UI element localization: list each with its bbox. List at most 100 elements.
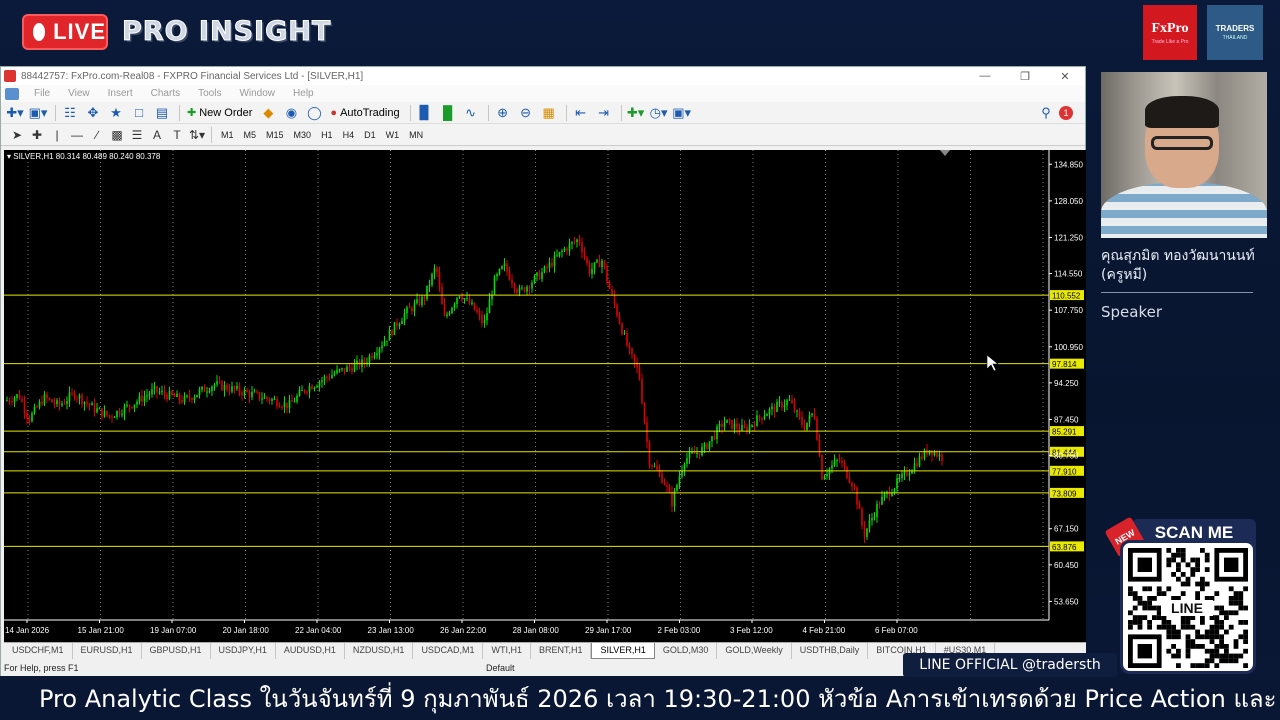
candle-body xyxy=(873,517,876,519)
candle-body xyxy=(476,309,478,313)
candle-body xyxy=(878,504,881,506)
metaeditor-icon[interactable]: ◆ xyxy=(258,104,278,122)
chart-tab[interactable]: GBPUSD,H1 xyxy=(142,643,211,659)
timeframe-m30[interactable]: M30 xyxy=(289,130,317,140)
candle-body xyxy=(406,307,408,314)
timeframe-m5[interactable]: M5 xyxy=(239,130,262,140)
horizontal-line-icon[interactable]: — xyxy=(67,128,87,142)
zoom-in-icon[interactable]: ⊕ xyxy=(493,104,513,122)
candle-body xyxy=(631,348,633,355)
candle-body xyxy=(838,460,841,462)
timeframe-mn[interactable]: MN xyxy=(404,130,428,140)
candle-body xyxy=(471,302,473,304)
minimize-icon[interactable]: — xyxy=(965,70,1005,83)
tester-icon[interactable]: ▤ xyxy=(152,104,172,122)
menu-insert[interactable]: Insert xyxy=(99,88,142,99)
trendline-icon[interactable]: ∕ xyxy=(87,128,107,142)
candle-body xyxy=(183,396,186,403)
indicators-icon[interactable]: ✚▾ xyxy=(626,104,646,122)
crosshair-icon[interactable]: ✚ xyxy=(27,128,47,142)
chart-shift-marker[interactable] xyxy=(940,150,950,156)
cursor-icon[interactable]: ➤ xyxy=(7,128,27,142)
periods-icon[interactable]: ◷▾ xyxy=(649,104,669,122)
candle-body xyxy=(263,396,266,399)
restore-icon[interactable]: ❐ xyxy=(1005,70,1045,83)
candle-body xyxy=(396,322,398,327)
menu-window[interactable]: Window xyxy=(230,88,284,99)
arrows-icon[interactable]: ⇅▾ xyxy=(187,128,207,142)
candle-body xyxy=(106,410,108,416)
menu-view[interactable]: View xyxy=(59,88,99,99)
chart-tab[interactable]: USDCHF,M1 xyxy=(4,643,73,659)
candle-body xyxy=(411,308,413,312)
candle-body xyxy=(8,400,11,402)
close-icon[interactable]: ✕ xyxy=(1045,70,1085,83)
line-chart-icon[interactable]: ∿ xyxy=(461,104,481,122)
timeframe-m15[interactable]: M15 xyxy=(261,130,289,140)
text-icon[interactable]: A xyxy=(147,128,167,142)
price-chart[interactable]: 110.552 97.814 85.291 81.444 77.910 73.809 63.… xyxy=(4,150,1086,642)
time-tick-label: 22 Jan 04:00 xyxy=(295,626,342,635)
new-chart-icon[interactable]: ✚▾ xyxy=(5,104,25,122)
candle-body xyxy=(51,399,53,403)
profiles-icon[interactable]: ▣▾ xyxy=(28,104,48,122)
chart-shift-icon[interactable]: ⇥ xyxy=(594,104,614,122)
chart-tab[interactable]: USDJPY,H1 xyxy=(211,643,276,659)
data-window-icon[interactable]: ✥ xyxy=(83,104,103,122)
templates-icon[interactable]: ▣▾ xyxy=(672,104,692,122)
fibonacci-icon[interactable]: ☰ xyxy=(127,128,147,142)
label-icon[interactable]: T xyxy=(167,128,187,142)
market-icon[interactable]: ◯ xyxy=(304,104,324,122)
candle-body xyxy=(678,476,681,486)
time-tick-label: 26 Jan 22:00 xyxy=(440,626,487,635)
auto-scroll-icon[interactable]: ⇤ xyxy=(571,104,591,122)
chart-tab[interactable]: GOLD,Weekly xyxy=(717,643,792,659)
vertical-line-icon[interactable]: | xyxy=(47,128,67,142)
candle-body xyxy=(116,410,118,418)
autotrading-button[interactable]: ● AutoTrading xyxy=(327,104,402,122)
timeframe-m1[interactable]: M1 xyxy=(216,130,239,140)
candle-body xyxy=(628,345,631,349)
terminal-icon[interactable]: □ xyxy=(129,104,149,122)
candle-body xyxy=(213,384,216,387)
candle-body xyxy=(141,395,143,402)
timeframe-w1[interactable]: W1 xyxy=(381,130,405,140)
chart-tab[interactable]: USDCAD,M1 xyxy=(413,643,484,659)
chart-tab[interactable]: GOLD,M30 xyxy=(655,643,718,659)
notifications-icon[interactable]: 1 xyxy=(1059,105,1073,120)
channel-icon[interactable]: ▩ xyxy=(107,128,127,142)
zoom-out-icon[interactable]: ⊖ xyxy=(516,104,536,122)
search-icon[interactable]: ⚲ xyxy=(1036,104,1056,122)
chart-tab[interactable]: WTI,H1 xyxy=(483,643,531,659)
navigator-icon[interactable]: ★ xyxy=(106,104,126,122)
chart-tab[interactable]: SILVER,H1 xyxy=(591,643,655,659)
candlestick-icon[interactable]: █ xyxy=(438,104,458,122)
chart-canvas[interactable]: 110.55297.81485.29181.44477.91073.80963.… xyxy=(4,150,1086,642)
timeframe-d1[interactable]: D1 xyxy=(359,130,381,140)
menu-help[interactable]: Help xyxy=(284,88,323,99)
tile-windows-icon[interactable]: ▦ xyxy=(539,104,559,122)
candle-body xyxy=(483,320,486,324)
chart-tab[interactable]: EURUSD,H1 xyxy=(73,643,142,659)
timeframe-h4[interactable]: H4 xyxy=(338,130,360,140)
candle-body xyxy=(883,493,886,497)
menu-charts[interactable]: Charts xyxy=(142,88,189,99)
chart-tab[interactable]: BRENT,H1 xyxy=(531,643,592,659)
bar-chart-icon[interactable]: ▉ xyxy=(415,104,435,122)
candle-body xyxy=(558,251,561,256)
chart-tab[interactable]: USDTHB,Daily xyxy=(792,643,869,659)
market-watch-icon[interactable]: ☷ xyxy=(60,104,80,122)
timeframe-h1[interactable]: H1 xyxy=(316,130,338,140)
chart-tab[interactable]: NZDUSD,H1 xyxy=(345,643,414,659)
menu-tools[interactable]: Tools xyxy=(189,88,230,99)
candle-body xyxy=(11,401,13,403)
new-order-button[interactable]: ✚ New Order xyxy=(184,104,255,122)
candle-body xyxy=(818,439,821,456)
signals-icon[interactable]: ◉ xyxy=(281,104,301,122)
chart-tab[interactable]: AUDUSD,H1 xyxy=(276,643,345,659)
time-tick-label: 14 Jan 2026 xyxy=(5,626,50,635)
candle-body xyxy=(738,428,741,431)
menu-file[interactable]: File xyxy=(25,88,59,99)
candle-body xyxy=(258,392,261,399)
level-price-label: 85.291 xyxy=(1052,428,1077,437)
